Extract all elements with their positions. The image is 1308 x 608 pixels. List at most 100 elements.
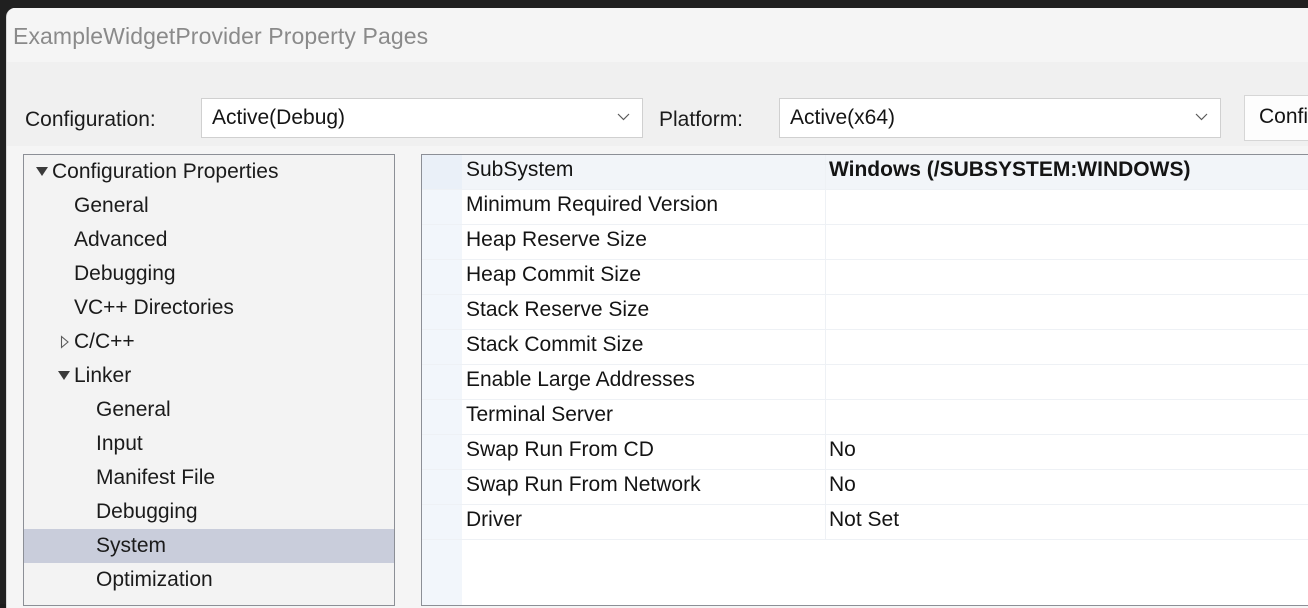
property-name: SubSystem — [466, 158, 573, 182]
property-row[interactable]: Heap Reserve Size — [422, 225, 1308, 260]
configuration-toolbar: Configuration: Active(Debug) Platform: A… — [7, 62, 1308, 146]
property-name: Enable Large Addresses — [466, 368, 695, 392]
chevron-down-icon — [1195, 113, 1208, 121]
tree-item-system[interactable]: System — [24, 529, 394, 563]
property-name-cell: Stack Reserve Size — [462, 295, 826, 329]
property-name: Heap Commit Size — [466, 263, 641, 287]
property-value-cell[interactable] — [826, 190, 1308, 224]
tree-item-linker[interactable]: Linker — [24, 359, 394, 393]
tree-item-debugging[interactable]: Debugging — [24, 495, 394, 529]
property-grid-panel[interactable]: SubSystem Windows (/SUBSYSTEM:WINDOWS) Min… — [421, 154, 1308, 606]
property-row-gutter — [422, 260, 462, 294]
platform-combobox[interactable]: Active(x64) — [779, 98, 1221, 138]
property-row[interactable]: Heap Commit Size — [422, 260, 1308, 295]
tree-item-debugging[interactable]: Debugging — [24, 257, 394, 291]
property-value-cell[interactable] — [826, 330, 1308, 364]
tree-item-label: Debugging — [96, 495, 198, 529]
tree-item-label: Advanced — [74, 223, 167, 257]
configuration-manager-label: Configuration Manager... — [1259, 105, 1308, 129]
property-value: No — [829, 438, 856, 462]
property-name-cell: Terminal Server — [462, 400, 826, 434]
tree-item-label: Linker — [74, 359, 131, 393]
property-row-gutter — [422, 190, 462, 224]
property-value: Not Set — [829, 508, 899, 532]
property-name: Stack Reserve Size — [466, 298, 649, 322]
tree-item-input[interactable]: Input — [24, 427, 394, 461]
platform-value: Active(x64) — [790, 106, 895, 130]
tree-item-label: Debugging — [74, 257, 176, 291]
property-row-gutter — [422, 470, 462, 504]
property-row-gutter — [422, 330, 462, 364]
property-value: No — [829, 473, 856, 497]
triangle-collapsed-icon[interactable] — [60, 335, 70, 349]
property-row-gutter — [422, 435, 462, 469]
property-row[interactable]: Terminal Server — [422, 400, 1308, 435]
property-name: Terminal Server — [466, 403, 613, 427]
property-row-gutter — [422, 400, 462, 434]
property-pages-dialog: ExampleWidgetProvider Property Pages Con… — [6, 8, 1308, 608]
platform-label: Platform: — [659, 108, 743, 132]
property-row[interactable]: Stack Reserve Size — [422, 295, 1308, 330]
property-row-gutter — [422, 295, 462, 329]
tree-item-label: Manifest File — [96, 461, 215, 495]
property-name: Heap Reserve Size — [466, 228, 647, 252]
tree-item-optimization[interactable]: Optimization — [24, 563, 394, 597]
property-name-cell: Heap Reserve Size — [462, 225, 826, 259]
property-row-gutter — [422, 365, 462, 399]
tree-item-label: Input — [96, 427, 143, 461]
property-value-cell[interactable] — [826, 400, 1308, 434]
property-tree-panel[interactable]: Configuration PropertiesGeneralAdvancedD… — [23, 154, 395, 606]
property-value-cell[interactable] — [826, 225, 1308, 259]
property-value-cell[interactable]: Windows (/SUBSYSTEM:WINDOWS) — [826, 155, 1308, 189]
property-name-cell: SubSystem — [462, 155, 826, 189]
tree-item-label: VC++ Directories — [74, 291, 234, 325]
property-name: Swap Run From Network — [466, 473, 701, 497]
triangle-expanded-icon[interactable] — [36, 167, 48, 176]
window-title: ExampleWidgetProvider Property Pages — [13, 23, 428, 50]
property-name-cell: Heap Commit Size — [462, 260, 826, 294]
property-name-cell: Stack Commit Size — [462, 330, 826, 364]
configuration-label: Configuration: — [25, 108, 156, 132]
tree-item-manifest-file[interactable]: Manifest File — [24, 461, 394, 495]
title-bar: ExampleWidgetProvider Property Pages — [7, 8, 1308, 62]
tree-item-configuration-properties[interactable]: Configuration Properties — [24, 155, 394, 189]
configuration-value: Active(Debug) — [212, 106, 345, 130]
tree-item-general[interactable]: General — [24, 189, 394, 223]
property-value-cell[interactable]: No — [826, 435, 1308, 469]
property-row-gutter — [422, 155, 462, 189]
property-name: Minimum Required Version — [466, 193, 718, 217]
tree-item-label: General — [96, 393, 171, 427]
property-row-gutter — [422, 225, 462, 259]
tree-item-advanced[interactable]: Advanced — [24, 223, 394, 257]
configuration-combobox[interactable]: Active(Debug) — [201, 98, 643, 138]
triangle-expanded-icon[interactable] — [58, 371, 70, 380]
property-value-cell[interactable]: No — [826, 470, 1308, 504]
property-row[interactable]: SubSystem Windows (/SUBSYSTEM:WINDOWS) — [422, 155, 1308, 190]
tree-item-c-c[interactable]: C/C++ — [24, 325, 394, 359]
property-value-cell[interactable] — [826, 260, 1308, 294]
property-value-cell[interactable] — [826, 295, 1308, 329]
property-row-gutter — [422, 505, 462, 539]
property-name: Stack Commit Size — [466, 333, 643, 357]
property-name: Swap Run From CD — [466, 438, 654, 462]
property-row[interactable]: Swap Run From CD No — [422, 435, 1308, 470]
tree-item-label: System — [96, 529, 166, 563]
property-name-cell: Minimum Required Version — [462, 190, 826, 224]
property-name-cell: Swap Run From CD — [462, 435, 826, 469]
property-value-cell[interactable] — [826, 365, 1308, 399]
property-value-cell[interactable]: Not Set — [826, 505, 1308, 539]
configuration-manager-button[interactable]: Configuration Manager... — [1244, 95, 1308, 141]
property-row[interactable]: Stack Commit Size — [422, 330, 1308, 365]
property-row[interactable]: DriverNot Set — [422, 505, 1308, 540]
property-name-cell: Driver — [462, 505, 826, 539]
property-row[interactable]: Minimum Required Version — [422, 190, 1308, 225]
tree-item-label: Configuration Properties — [52, 155, 278, 189]
tree-item-vc-directories[interactable]: VC++ Directories — [24, 291, 394, 325]
property-name-cell: Enable Large Addresses — [462, 365, 826, 399]
tree-item-general[interactable]: General — [24, 393, 394, 427]
tree-item-label: Optimization — [96, 563, 213, 597]
chevron-down-icon — [617, 113, 630, 121]
property-row[interactable]: Swap Run From Network No — [422, 470, 1308, 505]
property-row[interactable]: Enable Large Addresses — [422, 365, 1308, 400]
property-name-cell: Swap Run From Network — [462, 470, 826, 504]
